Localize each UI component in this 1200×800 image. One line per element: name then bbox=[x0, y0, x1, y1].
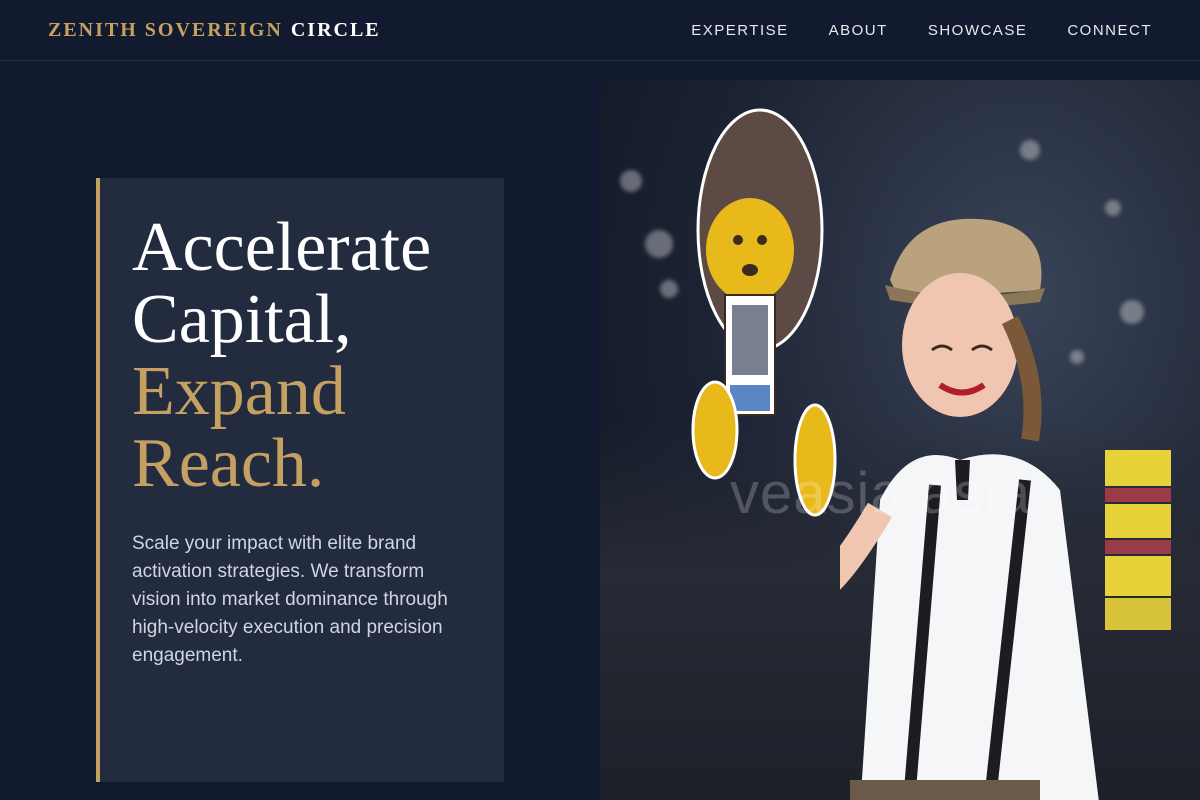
headline-line-4: Reach. bbox=[132, 425, 325, 502]
headline-line-3: Expand bbox=[132, 353, 346, 430]
nav-link-connect[interactable]: CONNECT bbox=[1067, 22, 1152, 39]
brand-name-secondary: CIRCLE bbox=[290, 18, 381, 41]
headline-line-2: Capital, bbox=[132, 281, 352, 358]
photo-watermark: veasia.asia bbox=[730, 461, 1032, 526]
nav-link-expertise[interactable]: EXPERTISE bbox=[691, 22, 788, 39]
bokeh-light bbox=[1120, 300, 1144, 324]
nav-link-showcase[interactable]: SHOWCASE bbox=[928, 22, 1028, 39]
main-nav: EXPERTISE ABOUT SHOWCASE CONNECT bbox=[691, 22, 1152, 39]
hero-headline: Accelerate Capital, Expand Reach. bbox=[132, 212, 472, 500]
hero-card: Accelerate Capital, Expand Reach. Scale … bbox=[96, 178, 504, 782]
hero-description: Scale your impact with elite brand activ… bbox=[132, 533, 448, 666]
bokeh-light bbox=[1020, 140, 1040, 160]
site-header: ZENITH SOVEREIGN CIRCLE EXPERTISE ABOUT … bbox=[0, 0, 1200, 61]
brand-logo[interactable]: ZENITH SOVEREIGN CIRCLE bbox=[48, 19, 381, 42]
lion-mascot-sign bbox=[691, 108, 837, 517]
bokeh-light bbox=[660, 280, 678, 298]
hero-photo: veasia.asia bbox=[600, 80, 1200, 800]
nav-link-about[interactable]: ABOUT bbox=[829, 22, 888, 39]
headline-line-1: Accelerate bbox=[132, 209, 432, 286]
brand-name-primary: ZENITH SOVEREIGN bbox=[48, 18, 283, 41]
bokeh-light bbox=[645, 230, 673, 258]
bokeh-light bbox=[620, 170, 642, 192]
